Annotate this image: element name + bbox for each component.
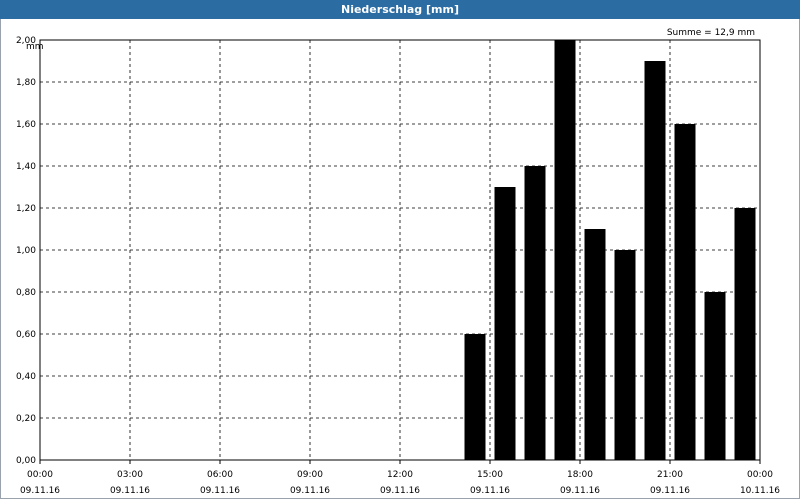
tick-labels: 0,00 0,20 0,40 0,60 0,80 1,00 1,20 1,40 1,60 1,80…	[16, 36, 780, 496]
x-tick-time-label: 00:00	[747, 470, 773, 480]
y-tick-label: 0,40	[16, 372, 36, 382]
x-tick-date-label: 09.11.16	[650, 486, 690, 496]
x-tick-date-label: 10.11.16	[740, 486, 780, 496]
precipitation-bar	[704, 292, 726, 460]
x-tick-time-label: 18:00	[567, 470, 593, 480]
precipitation-chart: 0,00 0,20 0,40 0,60 0,80 1,00 1,20 1,40 1,60 1,80…	[16, 28, 780, 496]
y-tick-label: 1,80	[16, 78, 36, 88]
x-tick-date-label: 09.11.16	[20, 486, 60, 496]
x-tick-date-label: 09.11.16	[560, 486, 600, 496]
x-tick-time-label: 06:00	[207, 470, 233, 480]
precipitation-bar	[734, 208, 756, 460]
x-tick-time-label: 15:00	[477, 470, 503, 480]
precipitation-bar	[644, 61, 666, 460]
y-tick-label: 1,40	[16, 162, 36, 172]
y-tick-label: 1,60	[16, 120, 36, 130]
precipitation-bar	[614, 250, 636, 460]
x-tick-time-label: 03:00	[117, 470, 143, 480]
precipitation-bar	[524, 166, 546, 460]
y-axis-unit-label: mm	[26, 42, 44, 52]
x-tick-date-label: 09.11.16	[200, 486, 240, 496]
y-tick-label: 1,20	[16, 204, 36, 214]
y-tick-label: 1,00	[16, 246, 36, 256]
x-tick-time-label: 12:00	[387, 470, 413, 480]
y-tick-label: 0,60	[16, 330, 36, 340]
x-tick-date-label: 09.11.16	[380, 486, 420, 496]
precipitation-bar	[494, 187, 516, 460]
y-tick-label: 0,00	[16, 456, 36, 466]
x-tick-time-label: 21:00	[657, 470, 683, 480]
precipitation-bar	[554, 40, 576, 460]
x-tick-date-label: 09.11.16	[290, 486, 330, 496]
x-tick-date-label: 09.11.16	[110, 486, 150, 496]
y-tick-label: 0,20	[16, 414, 36, 424]
x-tick-time-label: 00:00	[27, 470, 53, 480]
x-tick-time-label: 09:00	[297, 470, 323, 480]
sum-annotation: Summe = 12,9 mm	[667, 28, 755, 38]
precipitation-bar	[674, 124, 696, 460]
precipitation-bar	[584, 229, 606, 460]
precipitation-bar	[464, 334, 486, 460]
x-tick-date-label: 09.11.16	[470, 486, 510, 496]
y-tick-label: 0,80	[16, 288, 36, 298]
